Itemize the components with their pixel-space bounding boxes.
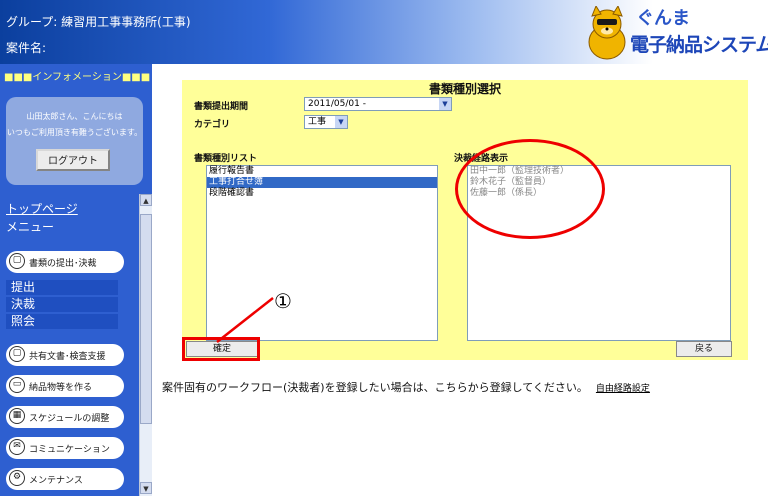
- gear-icon: ⚙: [9, 470, 25, 486]
- top-page-link[interactable]: トップページ: [6, 200, 78, 217]
- folder-icon: ▭: [9, 377, 25, 393]
- scroll-thumb[interactable]: [140, 214, 152, 424]
- scroll-up-icon[interactable]: ▲: [140, 194, 152, 206]
- category-value: 工事: [308, 117, 327, 127]
- period-label: 書類提出期間: [194, 102, 249, 112]
- group-name: グループ: 練習用工事事務所(工事): [6, 15, 191, 29]
- calendar-icon: ▦: [9, 408, 25, 424]
- doc-list-label: 書類種別リスト: [194, 154, 258, 164]
- menu-submit-decide-button[interactable]: ▢ 書類の提出･決裁: [6, 251, 124, 273]
- information-title: ■■■インフォメーション■■■: [4, 72, 151, 83]
- greeting-text: 山田太郎さん、こんにちは: [26, 112, 123, 121]
- doc-type-item[interactable]: 履行報告書: [207, 166, 437, 177]
- route-setting-link[interactable]: 自由経路設定: [596, 384, 650, 394]
- app-header: グループ: 練習用工事事務所(工事) 案件名: ぐんま 電子納品システム: [0, 0, 768, 64]
- mascot-icon: [588, 6, 626, 60]
- menu-label: コミュニケーション: [29, 445, 110, 455]
- case-name: 案件名:: [6, 41, 47, 55]
- callout-leader-line: [216, 297, 274, 343]
- menu-schedule-button[interactable]: ▦ スケジュールの調整: [6, 406, 124, 428]
- menu-label: 書類の提出･決裁: [29, 259, 97, 269]
- scroll-down-icon[interactable]: ▼: [140, 482, 152, 494]
- doc-type-item-selected[interactable]: 工事打合せ簿: [207, 177, 437, 188]
- menu-communication-button[interactable]: ✉ コミュニケーション: [6, 437, 124, 459]
- sidebar: ■■■インフォメーション■■■ 山田太郎さん、こんにちは いつもご利用頂き有難う…: [0, 64, 152, 496]
- sidebar-item-decide[interactable]: 決裁: [6, 297, 118, 312]
- panel-title: 書類種別選択: [428, 82, 501, 96]
- document-icon: ▢: [9, 253, 25, 269]
- chevron-down-icon: ▼: [439, 98, 451, 110]
- logo-text-top: ぐんま: [636, 8, 690, 29]
- menu-shared-docs-button[interactable]: ▢ 共有文書･検査支援: [6, 344, 124, 366]
- menu-label: 納品物等を作る: [29, 383, 93, 393]
- menu-label: スケジュールの調整: [29, 414, 110, 424]
- logo-text-bottom: 電子納品システム: [630, 34, 768, 56]
- back-button[interactable]: 戻る: [676, 341, 732, 357]
- sidebar-scrollbar[interactable]: ▲ ▼: [139, 194, 152, 496]
- menu-label: メンテナンス: [29, 476, 83, 486]
- menu-deliverables-button[interactable]: ▭ 納品物等を作る: [6, 375, 124, 397]
- document-icon: ▢: [9, 346, 25, 362]
- callout-number: ①: [274, 289, 292, 313]
- menu-label: 共有文書･検査支援: [29, 352, 106, 362]
- app-logo: ぐんま 電子納品システム: [584, 2, 768, 64]
- workflow-note-text: 案件固有のワークフロー(決裁者)を登録したい場合は、こちらから登録してください。: [162, 381, 588, 394]
- mail-icon: ✉: [9, 439, 25, 455]
- workflow-note: 案件固有のワークフロー(決裁者)を登録したい場合は、こちらから登録してください。…: [162, 379, 650, 395]
- chevron-down-icon: ▼: [335, 116, 347, 128]
- period-value: 2011/05/01 -: [308, 99, 366, 109]
- menu-heading: メニュー: [6, 220, 55, 234]
- menu-maintenance-button[interactable]: ⚙ メンテナンス: [6, 468, 124, 490]
- sidebar-item-inquiry[interactable]: 照会: [6, 314, 118, 329]
- route-highlight-ellipse: [455, 139, 605, 239]
- nav-pane: トップページ メニュー ▢ 書類の提出･決裁 提出 決裁 照会 ▢ 共有文書･検…: [0, 194, 139, 496]
- category-select[interactable]: 工事 ▼: [304, 115, 348, 129]
- category-label: カテゴリ: [194, 120, 231, 130]
- period-select[interactable]: 2011/05/01 - ▼: [304, 97, 452, 111]
- doc-type-item[interactable]: 段階確認書: [207, 188, 437, 199]
- user-box: 山田太郎さん、こんにちは いつもご利用頂き有難うございます。 ログアウト: [6, 97, 143, 185]
- logout-button[interactable]: ログアウト: [36, 149, 110, 171]
- greeting-subtext: いつもご利用頂き有難うございます。: [6, 128, 143, 137]
- sidebar-item-submit[interactable]: 提出: [6, 280, 118, 295]
